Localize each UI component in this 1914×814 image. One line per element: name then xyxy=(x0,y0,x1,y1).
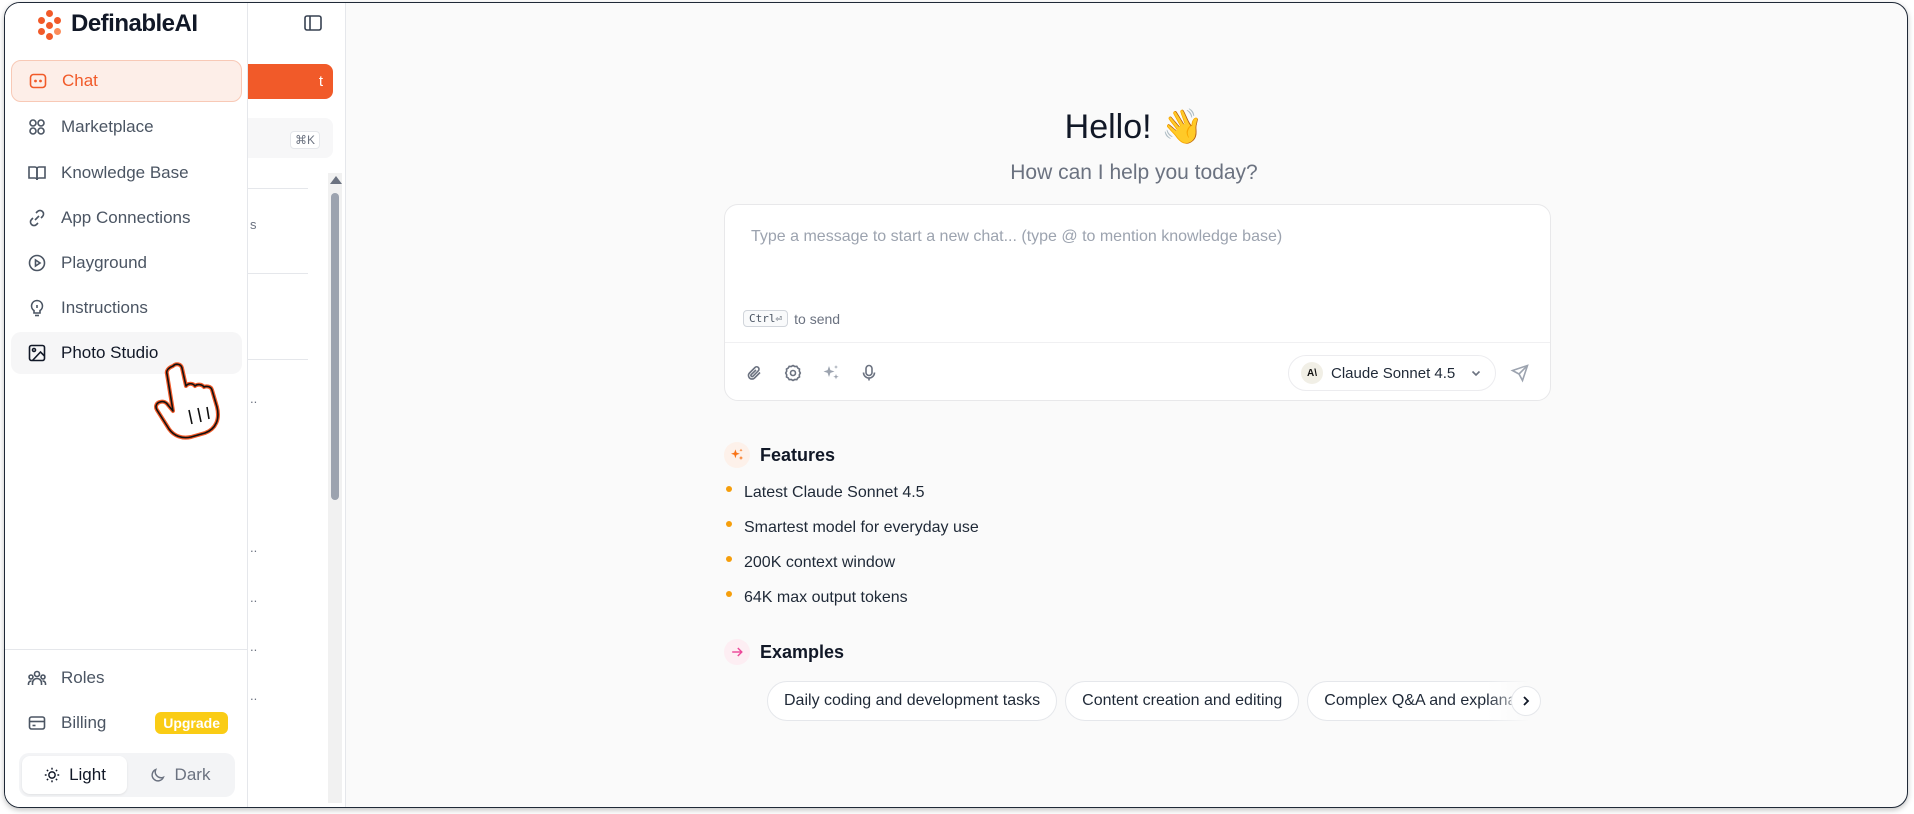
send-icon[interactable] xyxy=(1510,363,1530,383)
scrollbar-thumb[interactable] xyxy=(331,193,339,500)
anthropic-logo-icon: A\ xyxy=(1301,362,1323,384)
divider xyxy=(248,273,308,274)
sidebar-item-label: Roles xyxy=(61,668,105,687)
send-hint-label: to send xyxy=(794,310,841,327)
grid-icon xyxy=(29,119,45,135)
theme-light-label: Light xyxy=(69,765,106,784)
theme-toggle: Light Dark xyxy=(19,753,235,797)
sidebar-item-marketplace[interactable]: Marketplace xyxy=(11,106,242,148)
chevron-right-icon xyxy=(1523,696,1530,706)
sidebar-item-billing[interactable]: Billing Upgrade xyxy=(11,702,242,744)
sidebar-item-playground[interactable]: Playground xyxy=(11,242,242,284)
bullet xyxy=(726,521,732,527)
bullet xyxy=(726,486,732,492)
chat-item-fragment[interactable]: .. xyxy=(250,540,257,555)
sidebar-item-instructions[interactable]: Instructions xyxy=(11,287,242,329)
microphone-icon xyxy=(862,364,876,381)
carousel-next-button[interactable] xyxy=(1511,686,1541,716)
chat-bubble-icon xyxy=(29,73,47,89)
chat-list-panel: t ⌘K s .. .. .. .. .. xyxy=(248,3,346,807)
feature-item: 64K max output tokens xyxy=(726,589,908,607)
voice-input-button[interactable] xyxy=(859,363,879,383)
sidebar-item-chat[interactable]: Chat xyxy=(11,60,242,102)
new-chat-button[interactable]: t xyxy=(248,64,333,99)
model-name: Claude Sonnet 4.5 xyxy=(1331,364,1456,382)
message-composer: Type a message to start a new chat... (t… xyxy=(724,204,1551,401)
book-open-icon xyxy=(28,166,46,181)
sidebar-item-label: Chat xyxy=(62,71,98,90)
sidebar-item-label: Playground xyxy=(61,253,148,272)
image-icon xyxy=(28,344,46,362)
app-name: DefinableAI xyxy=(71,10,198,37)
features-heading: Features xyxy=(724,442,835,468)
credit-card-icon xyxy=(28,716,46,730)
settings-button[interactable] xyxy=(783,363,803,383)
enhance-prompt-button[interactable] xyxy=(821,363,841,383)
moon-icon xyxy=(151,768,165,782)
sidebar-item-roles[interactable]: Roles xyxy=(11,657,242,699)
send-shortcut-key: Ctrl⏎ xyxy=(743,310,789,327)
sidebar-item-label: Marketplace xyxy=(61,117,154,136)
divider xyxy=(248,188,308,189)
divider xyxy=(725,342,1550,343)
logo-icon xyxy=(35,9,65,40)
feature-text: Latest Claude Sonnet 4.5 xyxy=(744,484,925,501)
paperclip-icon xyxy=(747,366,761,380)
scroll-up-arrow[interactable] xyxy=(330,176,342,184)
hand-pointer-cursor-icon xyxy=(154,362,220,440)
sidebar-item-knowledge-base[interactable]: Knowledge Base xyxy=(11,152,242,194)
chat-item-fragment[interactable]: .. xyxy=(250,688,257,703)
feature-text: 200K context window xyxy=(744,554,896,571)
app-window: DefinableAI Chat Marketplace Knowledge B… xyxy=(4,2,1908,808)
feature-text: Smartest model for everyday use xyxy=(744,519,979,536)
sparkles-icon xyxy=(823,365,839,380)
chevron-down-icon xyxy=(1472,370,1481,377)
divider xyxy=(248,359,308,360)
divider xyxy=(5,649,248,650)
examples-title: Examples xyxy=(760,641,845,662)
feature-item: 200K context window xyxy=(726,554,895,572)
link-icon xyxy=(29,209,45,227)
lightbulb-icon xyxy=(30,299,44,317)
greeting-title: Hello! 👋 xyxy=(1064,108,1204,146)
sidebar-item-app-connections[interactable]: App Connections xyxy=(11,197,242,239)
message-input[interactable]: Type a message to start a new chat... (t… xyxy=(751,228,1282,246)
sparkles-icon xyxy=(724,442,750,468)
sidebar-item-label: App Connections xyxy=(61,208,191,227)
bullet xyxy=(726,556,732,562)
feature-item: Smartest model for everyday use xyxy=(726,519,979,537)
search-shortcut: ⌘K xyxy=(290,131,321,149)
chat-item-fragment[interactable]: .. xyxy=(250,590,257,605)
examples-carousel: Daily coding and development tasks Conte… xyxy=(767,681,1547,723)
example-chip[interactable]: Content creation and editing xyxy=(1065,681,1300,721)
chat-item-fragment[interactable]: s xyxy=(250,217,257,232)
feature-item: Latest Claude Sonnet 4.5 xyxy=(726,484,925,502)
send-hint: Ctrl⏎ to send xyxy=(743,310,840,327)
example-chip[interactable]: Daily coding and development tasks xyxy=(767,681,1058,721)
chat-item-fragment[interactable]: .. xyxy=(250,391,257,406)
feature-text: 64K max output tokens xyxy=(744,589,908,606)
play-circle-icon xyxy=(28,254,46,272)
attach-button[interactable] xyxy=(745,363,765,383)
users-icon xyxy=(27,670,47,685)
sidebar-item-label: Billing xyxy=(61,713,107,732)
model-selector[interactable]: A\ Claude Sonnet 4.5 xyxy=(1288,355,1496,391)
bullet xyxy=(726,591,732,597)
sidebar-item-label: Photo Studio xyxy=(61,343,159,362)
arrow-right-icon xyxy=(724,639,750,665)
theme-dark-button[interactable]: Dark xyxy=(127,756,232,794)
theme-light-button[interactable]: Light xyxy=(22,756,127,794)
sidebar-item-label: Instructions xyxy=(61,298,148,317)
app-logo[interactable]: DefinableAI xyxy=(35,5,198,43)
upgrade-badge[interactable]: Upgrade xyxy=(155,712,228,734)
features-title: Features xyxy=(760,444,836,465)
examples-heading: Examples xyxy=(724,639,844,665)
sidebar-item-label: Knowledge Base xyxy=(61,163,189,182)
gear-icon xyxy=(784,364,802,382)
greeting-subtitle: How can I help you today? xyxy=(1010,161,1258,184)
theme-dark-label: Dark xyxy=(174,765,211,784)
sidebar-toggle-icon[interactable] xyxy=(304,15,322,31)
sun-icon xyxy=(44,767,60,783)
chat-item-fragment[interactable]: .. xyxy=(250,639,257,654)
